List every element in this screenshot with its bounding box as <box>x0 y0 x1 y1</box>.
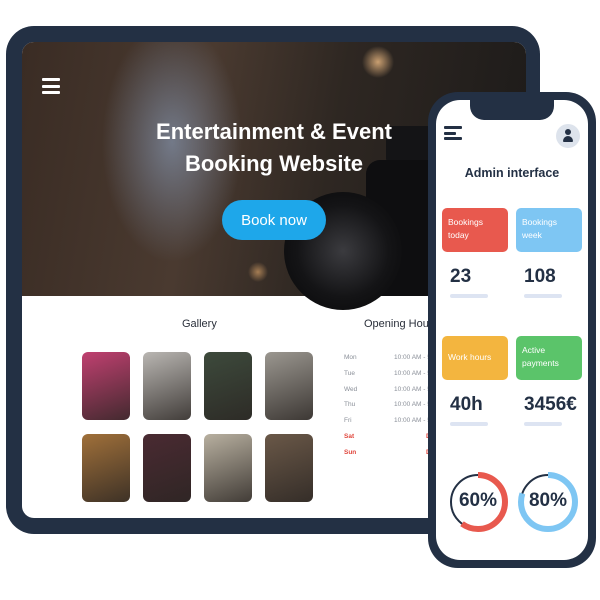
hours-day: Mon <box>344 354 357 361</box>
card-bookings-today[interactable]: Bookings today <box>442 208 508 252</box>
ring-label-60: 60% <box>458 490 498 511</box>
stat-active-payments: 3456€ <box>524 394 577 415</box>
gallery-image[interactable] <box>204 352 252 420</box>
phone-notch <box>470 100 554 120</box>
hours-time: 10:00 AM - 5: <box>394 369 433 377</box>
user-avatar-icon[interactable] <box>556 124 580 148</box>
gallery-image[interactable] <box>82 434 130 502</box>
stat-work-hours: 40h <box>450 394 483 415</box>
card-active-payments[interactable]: Active payments <box>516 336 582 380</box>
hamburger-menu-icon[interactable] <box>444 126 462 140</box>
book-now-button[interactable]: Book now <box>222 200 326 240</box>
gallery-image[interactable] <box>143 352 191 420</box>
card-bookings-week[interactable]: Bookings week <box>516 208 582 252</box>
ring-label-80: 80% <box>528 490 568 511</box>
hero-title-line1: Entertainment & Event <box>156 119 392 144</box>
gallery-image[interactable] <box>204 434 252 502</box>
hours-day: Sun <box>344 448 357 456</box>
hours-time: 10:00 AM - 5: <box>394 401 433 409</box>
gallery-image[interactable] <box>143 434 191 502</box>
gallery-image[interactable] <box>265 434 313 502</box>
hours-day: Tue <box>344 369 355 377</box>
stat-underline <box>450 294 488 298</box>
card-label: Bookings week <box>522 217 557 240</box>
gallery-image[interactable] <box>82 352 130 420</box>
stat-underline <box>524 294 562 298</box>
hamburger-menu-icon[interactable] <box>42 78 60 94</box>
opening-hours-heading: Opening Hours <box>364 318 438 330</box>
phone-device: Admin interface Bookings today 23 Bookin… <box>428 92 596 568</box>
stat-bookings-week: 108 <box>524 266 556 287</box>
hero-title-line2: Booking Website <box>184 151 364 176</box>
hours-day: Sat <box>344 433 355 440</box>
hours-day: Fri <box>344 417 352 425</box>
card-work-hours[interactable]: Work hours <box>442 336 508 380</box>
stat-bookings-today: 23 <box>450 266 472 287</box>
gallery-image[interactable] <box>265 352 313 420</box>
hours-time: 10:00 AM - 5: <box>394 385 433 393</box>
card-label: Work hours <box>448 352 492 362</box>
hours-day: Wed <box>344 385 358 393</box>
hours-time: 10:00 AM - 5: <box>394 417 433 425</box>
admin-screen: Admin interface Bookings today 23 Bookin… <box>436 100 588 560</box>
gallery-heading: Gallery <box>182 318 217 330</box>
hero-title: Entertainment & Event Booking Website <box>122 116 426 180</box>
admin-title: Admin interface <box>464 166 560 180</box>
hours-time: 10:00 AM - 5: <box>394 354 433 361</box>
stat-underline <box>524 422 562 426</box>
card-label: Bookings today <box>448 217 483 240</box>
card-label: Active payments <box>522 345 559 368</box>
hours-day: Thu <box>344 401 356 409</box>
stat-underline <box>450 422 488 426</box>
